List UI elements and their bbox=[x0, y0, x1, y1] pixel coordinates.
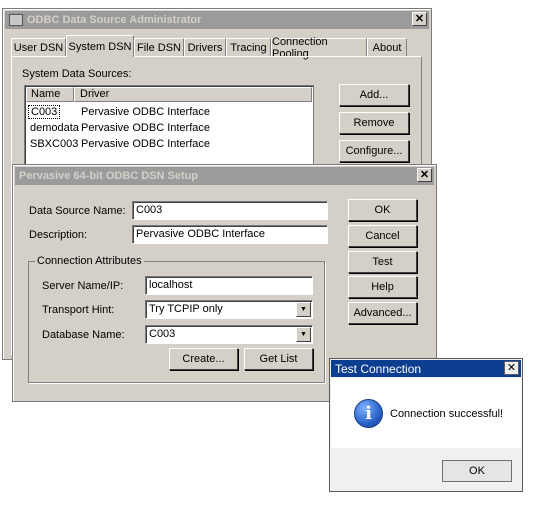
close-icon: ✕ bbox=[414, 13, 425, 25]
row-name: C003 bbox=[28, 105, 61, 119]
dropdown-button[interactable]: ▼ bbox=[296, 327, 311, 342]
transport-label: Transport Hint: bbox=[42, 304, 115, 316]
close-button[interactable]: ✕ bbox=[412, 12, 427, 26]
column-header-name[interactable]: Name bbox=[26, 87, 74, 102]
server-field[interactable]: localhost bbox=[145, 276, 313, 295]
table-row[interactable]: demodata Pervasive ODBC Interface bbox=[28, 121, 308, 136]
dsn-setup-title: Pervasive 64-bit ODBC DSN Setup bbox=[19, 170, 199, 182]
row-driver: Pervasive ODBC Interface bbox=[81, 122, 210, 134]
tab-user-dsn[interactable]: User DSN bbox=[11, 38, 66, 56]
test-button[interactable]: Test bbox=[348, 251, 417, 273]
close-button[interactable]: ✕ bbox=[417, 168, 432, 182]
transport-value: Try TCPIP only bbox=[149, 303, 223, 315]
connection-attributes-label: Connection Attributes bbox=[35, 255, 144, 267]
row-driver: Pervasive ODBC Interface bbox=[81, 106, 210, 118]
odbc-admin-title: ODBC Data Source Administrator bbox=[27, 14, 202, 26]
column-header-driver[interactable]: Driver bbox=[74, 87, 312, 102]
chevron-down-icon: ▼ bbox=[300, 306, 307, 313]
dsn-label: Data Source Name: bbox=[29, 205, 126, 217]
help-button[interactable]: Help bbox=[348, 276, 417, 298]
dsn-field[interactable]: C003 bbox=[132, 201, 328, 220]
test-connection-titlebar: Test Connection ✕ bbox=[331, 360, 521, 377]
dropdown-button[interactable]: ▼ bbox=[296, 302, 311, 317]
tab-system-dsn[interactable]: System DSN bbox=[66, 35, 134, 57]
message-area: i Connection successful! bbox=[331, 378, 521, 448]
advanced-button[interactable]: Advanced... bbox=[348, 302, 417, 324]
row-name: demodata bbox=[30, 122, 79, 134]
database-value: C003 bbox=[149, 328, 176, 340]
tab-drivers[interactable]: Drivers bbox=[184, 38, 226, 56]
row-name: SBXC003 bbox=[30, 138, 79, 150]
transport-select[interactable]: Try TCPIP only ▼ bbox=[145, 300, 313, 319]
odbc-admin-titlebar: ODBC Data Source Administrator ✕ bbox=[5, 11, 429, 29]
row-driver: Pervasive ODBC Interface bbox=[81, 138, 210, 150]
ok-button[interactable]: OK bbox=[348, 199, 417, 221]
close-button[interactable]: ✕ bbox=[504, 361, 519, 375]
chevron-down-icon: ▼ bbox=[300, 331, 307, 338]
database-select[interactable]: C003 ▼ bbox=[145, 325, 313, 344]
close-icon: ✕ bbox=[419, 169, 430, 181]
tab-file-dsn[interactable]: File DSN bbox=[134, 38, 184, 56]
system-data-sources-label: System Data Sources: bbox=[22, 68, 132, 80]
remove-button[interactable]: Remove bbox=[339, 112, 409, 134]
table-row[interactable]: SBXC003 Pervasive ODBC Interface bbox=[28, 137, 308, 152]
add-button[interactable]: Add... bbox=[339, 84, 409, 106]
description-label: Description: bbox=[29, 229, 88, 241]
test-message: Connection successful! bbox=[390, 408, 504, 420]
configure-button[interactable]: Configure... bbox=[339, 140, 409, 162]
test-connection-title: Test Connection bbox=[335, 361, 422, 376]
cancel-button[interactable]: Cancel bbox=[348, 225, 417, 247]
create-button[interactable]: Create... bbox=[169, 348, 238, 370]
get-list-button[interactable]: Get List bbox=[244, 348, 313, 370]
dsn-setup-titlebar: Pervasive 64-bit ODBC DSN Setup ✕ bbox=[15, 167, 434, 185]
database-label: Database Name: bbox=[42, 329, 125, 341]
test-ok-button[interactable]: OK bbox=[442, 460, 512, 482]
table-row[interactable]: C003 Pervasive ODBC Interface bbox=[28, 105, 308, 120]
close-icon: ✕ bbox=[506, 362, 517, 374]
tab-connection-pooling[interactable]: Connection Pooling bbox=[271, 36, 367, 60]
description-field[interactable]: Pervasive ODBC Interface bbox=[132, 225, 328, 244]
list-header: Name Driver bbox=[26, 87, 312, 103]
data-source-list[interactable]: Name Driver C003 Pervasive ODBC Interfac… bbox=[24, 85, 314, 165]
app-icon bbox=[9, 14, 23, 26]
tab-about[interactable]: About bbox=[367, 38, 407, 56]
info-icon: i bbox=[354, 399, 383, 428]
tab-tracing[interactable]: Tracing bbox=[226, 38, 271, 56]
test-connection-window: Test Connection ✕ i Connection successfu… bbox=[329, 358, 523, 492]
server-label: Server Name/IP: bbox=[42, 280, 124, 292]
